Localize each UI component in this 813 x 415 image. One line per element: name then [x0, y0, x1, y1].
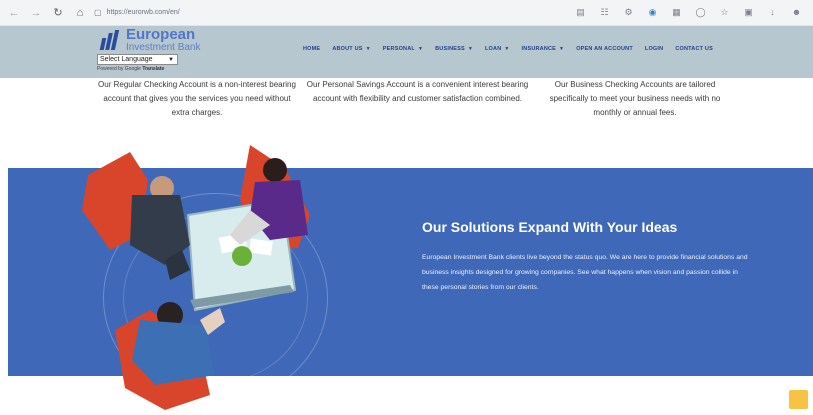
personal-savings-description: Our Personal Savings Account is a conven… [306, 80, 529, 103]
scroll-to-top-button[interactable] [789, 390, 808, 409]
translate-link[interactable]: Translate [142, 66, 164, 72]
nav-login[interactable]: LOGIN [645, 46, 663, 52]
back-icon[interactable]: ← [6, 5, 22, 21]
bank-logo[interactable]: European Investment Bank [99, 26, 201, 54]
lock-icon: ▢ [94, 8, 102, 17]
chevron-down-icon: ▼ [504, 46, 510, 52]
nav-insurance[interactable]: INSURANCE ▼ [522, 46, 565, 52]
nav-business[interactable]: BUSINESS ▼ [435, 46, 473, 52]
powered-by-brand: Google [124, 66, 141, 72]
logo-mark-icon [99, 30, 123, 50]
address-bar[interactable]: ▢ https://eurorwb.com/en/ [94, 4, 180, 22]
nav-contact-us[interactable]: CONTACT US [675, 46, 713, 52]
chevron-down-icon: ▼ [168, 56, 174, 63]
extension-icon[interactable]: ◉ [646, 5, 659, 19]
reader-icon[interactable]: ▤ [574, 5, 587, 19]
translate-icon[interactable]: ⚙ [622, 5, 635, 19]
language-select-value: Select Language [100, 56, 153, 63]
solutions-title: Our Solutions Expand With Your Ideas [422, 219, 678, 235]
plant [232, 246, 252, 266]
collections-icon[interactable]: ▣ [742, 5, 755, 19]
nav-open-account[interactable]: OPEN AN ACCOUNT [576, 46, 633, 52]
refresh-icon[interactable]: ◯ [694, 5, 707, 19]
browser-toolbar: ← → ↻ ⌂ ▢ https://eurorwb.com/en/ ▤ ☷ ⚙ … [0, 0, 813, 26]
url-text: https://eurorwb.com/en/ [106, 9, 180, 16]
language-select[interactable]: Select Language ▼ [97, 54, 178, 65]
nav-personal[interactable]: PERSONAL ▼ [383, 46, 423, 52]
person-right-head [263, 158, 287, 182]
nav-about-us[interactable]: ABOUT US ▼ [332, 46, 370, 52]
chevron-down-icon: ▼ [559, 46, 565, 52]
chevron-down-icon: ▼ [365, 46, 371, 52]
download-icon[interactable]: ↓ [766, 5, 779, 19]
site-header: European Investment Bank Select Language… [0, 26, 813, 78]
powered-by-prefix: Powered by [97, 66, 124, 72]
logo-line2: Investment Bank [126, 42, 201, 53]
chevron-down-icon: ▼ [417, 46, 424, 52]
main-nav: HOME ABOUT US ▼ PERSONAL ▼ BUSINESS ▼ LOAN ▼… [303, 46, 725, 52]
meeting-image [82, 145, 310, 410]
solutions-body: European Investment Bank clients live be… [422, 254, 748, 291]
logo-line1: European [126, 26, 196, 43]
forward-icon[interactable]: → [28, 5, 44, 21]
regular-checking-description: Our Regular Checking Account is a non-in… [98, 80, 296, 117]
reload-icon[interactable]: ↻ [50, 5, 66, 21]
home-icon[interactable]: ⌂ [72, 5, 88, 21]
nav-loan[interactable]: LOAN ▼ [485, 46, 510, 52]
favorites-icon[interactable]: ☆ [718, 5, 731, 19]
nav-home[interactable]: HOME [303, 46, 320, 52]
wallet-icon[interactable]: ▦ [670, 5, 683, 19]
business-checking-description: Our Business Checking Accounts are tailo… [549, 80, 721, 117]
profile-icon[interactable]: ☻ [790, 5, 803, 19]
powered-by-translate: Powered by Google Translate [97, 66, 164, 72]
grid-icon[interactable]: ☷ [598, 5, 611, 19]
chevron-down-icon: ▼ [467, 46, 473, 52]
meeting-illustration [70, 140, 400, 410]
